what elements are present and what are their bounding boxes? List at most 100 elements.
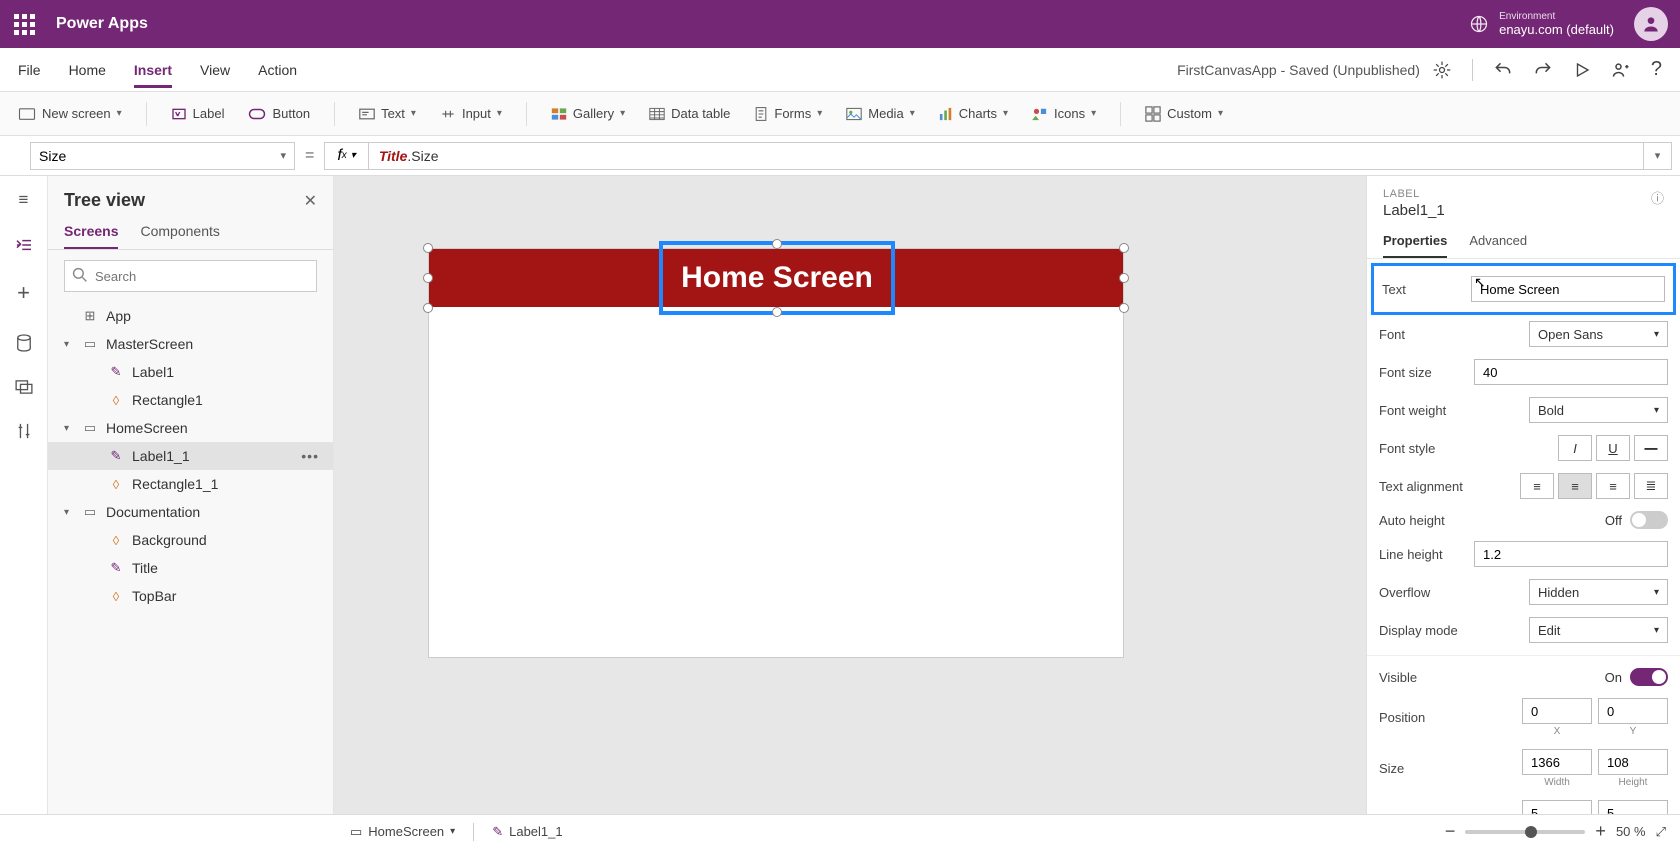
insert-icons-menu[interactable]: Icons▾ bbox=[1032, 106, 1096, 121]
app-checker-icon[interactable] bbox=[1432, 60, 1452, 80]
align-right-button[interactable]: ≡ bbox=[1596, 473, 1630, 499]
breadcrumb-screen[interactable]: ▭ HomeScreen ▾ bbox=[350, 824, 455, 840]
italic-button[interactable]: I bbox=[1558, 435, 1592, 461]
menu-view[interactable]: View bbox=[200, 52, 230, 88]
insert-gallery-menu[interactable]: Gallery▾ bbox=[551, 106, 625, 121]
waffle-icon[interactable] bbox=[12, 12, 36, 36]
screen-artboard[interactable]: Home Screen bbox=[428, 248, 1124, 658]
menu-insert[interactable]: Insert bbox=[134, 52, 172, 88]
align-center-button[interactable]: ≡ bbox=[1558, 473, 1592, 499]
align-left-button[interactable]: ≡ bbox=[1520, 473, 1554, 499]
tab-components[interactable]: Components bbox=[140, 223, 219, 249]
add-icon[interactable]: + bbox=[17, 280, 30, 306]
fit-screen-icon[interactable]: ⤢ bbox=[1656, 824, 1666, 840]
formula-input[interactable]: Title.Size bbox=[368, 142, 1644, 170]
media-pane-icon[interactable] bbox=[15, 380, 33, 394]
environment-picker[interactable]: Environment enayu.com (default) bbox=[1469, 11, 1614, 37]
zoom-in-button[interactable]: + bbox=[1595, 821, 1606, 842]
tree-node-topbar[interactable]: ◊ TopBar bbox=[48, 582, 333, 610]
tree-node-app[interactable]: ⊞ App bbox=[48, 302, 333, 330]
tree-node-documentation[interactable]: ▾ ▭ Documentation bbox=[48, 498, 333, 526]
label-icon: ✎ bbox=[108, 560, 124, 576]
data-icon[interactable] bbox=[16, 334, 32, 352]
tree-node-rectangle1[interactable]: ◊ Rectangle1 bbox=[48, 386, 333, 414]
tree-node-background[interactable]: ◊ Background bbox=[48, 526, 333, 554]
close-icon[interactable]: ✕ bbox=[304, 191, 317, 211]
insert-media-menu[interactable]: Media▾ bbox=[846, 106, 914, 121]
pos-y-input[interactable] bbox=[1598, 698, 1668, 724]
menu-bar: File Home Insert View Action FirstCanvas… bbox=[0, 48, 1680, 92]
strikethrough-button[interactable]: — bbox=[1634, 435, 1668, 461]
insert-text-menu[interactable]: Text▾ bbox=[359, 106, 416, 121]
screen-icon: ▭ bbox=[82, 420, 98, 436]
tree-view-icon[interactable] bbox=[15, 238, 33, 252]
menu-home[interactable]: Home bbox=[69, 52, 106, 88]
more-icon[interactable]: ••• bbox=[301, 448, 325, 464]
prop-weight-select[interactable]: Bold▾ bbox=[1529, 397, 1668, 423]
tree-node-label1[interactable]: ✎ Label1 bbox=[48, 358, 333, 386]
search-icon bbox=[72, 267, 88, 283]
underline-button[interactable]: U bbox=[1596, 435, 1630, 461]
properties-panel: ⓘ LABEL Label1_1 Properties Advanced Tex… bbox=[1366, 176, 1680, 814]
help-icon[interactable]: ⓘ bbox=[1651, 188, 1664, 207]
insert-custom-menu[interactable]: Custom▾ bbox=[1145, 106, 1223, 122]
play-icon[interactable] bbox=[1573, 61, 1591, 79]
tab-screens[interactable]: Screens bbox=[64, 223, 118, 249]
new-screen-button[interactable]: New screen ▾ bbox=[18, 106, 122, 121]
size-w-input[interactable] bbox=[1522, 749, 1592, 775]
app-header: Power Apps Environment enayu.com (defaul… bbox=[0, 0, 1680, 48]
insert-charts-menu[interactable]: Charts▾ bbox=[939, 106, 1008, 121]
pad-bottom-input[interactable] bbox=[1598, 800, 1668, 814]
chevron-down-icon[interactable]: ▾ bbox=[64, 339, 74, 350]
breadcrumb-element[interactable]: ✎ Label1_1 bbox=[492, 824, 562, 840]
design-canvas[interactable]: Home Screen bbox=[334, 176, 1366, 814]
size-h-input[interactable] bbox=[1598, 749, 1668, 775]
visible-toggle[interactable] bbox=[1630, 668, 1668, 686]
insert-button-button[interactable]: Button bbox=[248, 106, 310, 121]
label-control-selected[interactable]: Home Screen bbox=[659, 241, 895, 315]
app-title: Power Apps bbox=[56, 15, 148, 33]
insert-ribbon: New screen ▾ Label Button Text▾ Input▾ G… bbox=[0, 92, 1680, 136]
tree-search-input[interactable] bbox=[64, 260, 317, 292]
menu-action[interactable]: Action bbox=[258, 52, 297, 88]
tree-node-masterscreen[interactable]: ▾ ▭ MasterScreen bbox=[48, 330, 333, 358]
redo-icon[interactable] bbox=[1533, 60, 1553, 80]
pad-top-input[interactable] bbox=[1522, 800, 1592, 814]
tree-node-title[interactable]: ✎ Title bbox=[48, 554, 333, 582]
pos-x-input[interactable] bbox=[1522, 698, 1592, 724]
align-justify-button[interactable]: ≣ bbox=[1634, 473, 1668, 499]
chevron-down-icon[interactable]: ▾ bbox=[64, 507, 74, 518]
tree-node-rectangle1-1[interactable]: ◊ Rectangle1_1 bbox=[48, 470, 333, 498]
prop-text-input[interactable] bbox=[1471, 276, 1665, 302]
fx-button[interactable]: fx ▾ bbox=[324, 142, 367, 170]
formula-expand-button[interactable]: ▾ bbox=[1644, 142, 1672, 170]
help-icon[interactable]: ? bbox=[1651, 58, 1662, 81]
prop-font-select[interactable]: Open Sans▾ bbox=[1529, 321, 1668, 347]
prop-displaymode-select[interactable]: Edit▾ bbox=[1529, 617, 1668, 643]
prop-fontsize-input[interactable] bbox=[1474, 359, 1668, 385]
undo-icon[interactable] bbox=[1493, 60, 1513, 80]
prop-lineheight-input[interactable] bbox=[1474, 541, 1668, 567]
app-icon: ⊞ bbox=[82, 308, 98, 324]
insert-datatable-button[interactable]: Data table bbox=[649, 106, 730, 121]
hamburger-icon[interactable]: ≡ bbox=[19, 190, 29, 210]
screen-icon: ▭ bbox=[350, 824, 362, 840]
tools-icon[interactable] bbox=[16, 422, 32, 440]
insert-forms-menu[interactable]: Forms▾ bbox=[754, 106, 822, 122]
tree-node-label1-1[interactable]: ✎ Label1_1 ••• bbox=[48, 442, 333, 470]
user-avatar[interactable] bbox=[1634, 7, 1668, 41]
prop-fontsize-row: Font size bbox=[1367, 353, 1680, 391]
share-icon[interactable] bbox=[1611, 60, 1631, 80]
menu-file[interactable]: File bbox=[18, 52, 41, 88]
zoom-slider[interactable] bbox=[1465, 830, 1585, 834]
autoheight-toggle[interactable] bbox=[1630, 511, 1668, 529]
insert-label-button[interactable]: Label bbox=[171, 106, 225, 122]
tree-node-homescreen[interactable]: ▾ ▭ HomeScreen bbox=[48, 414, 333, 442]
property-selector[interactable]: Size ▾ bbox=[30, 142, 295, 170]
chevron-down-icon[interactable]: ▾ bbox=[64, 423, 74, 434]
tab-advanced[interactable]: Advanced bbox=[1469, 233, 1527, 258]
insert-input-menu[interactable]: Input▾ bbox=[440, 106, 502, 121]
zoom-out-button[interactable]: − bbox=[1445, 821, 1456, 842]
tab-properties[interactable]: Properties bbox=[1383, 233, 1447, 258]
prop-overflow-select[interactable]: Hidden▾ bbox=[1529, 579, 1668, 605]
